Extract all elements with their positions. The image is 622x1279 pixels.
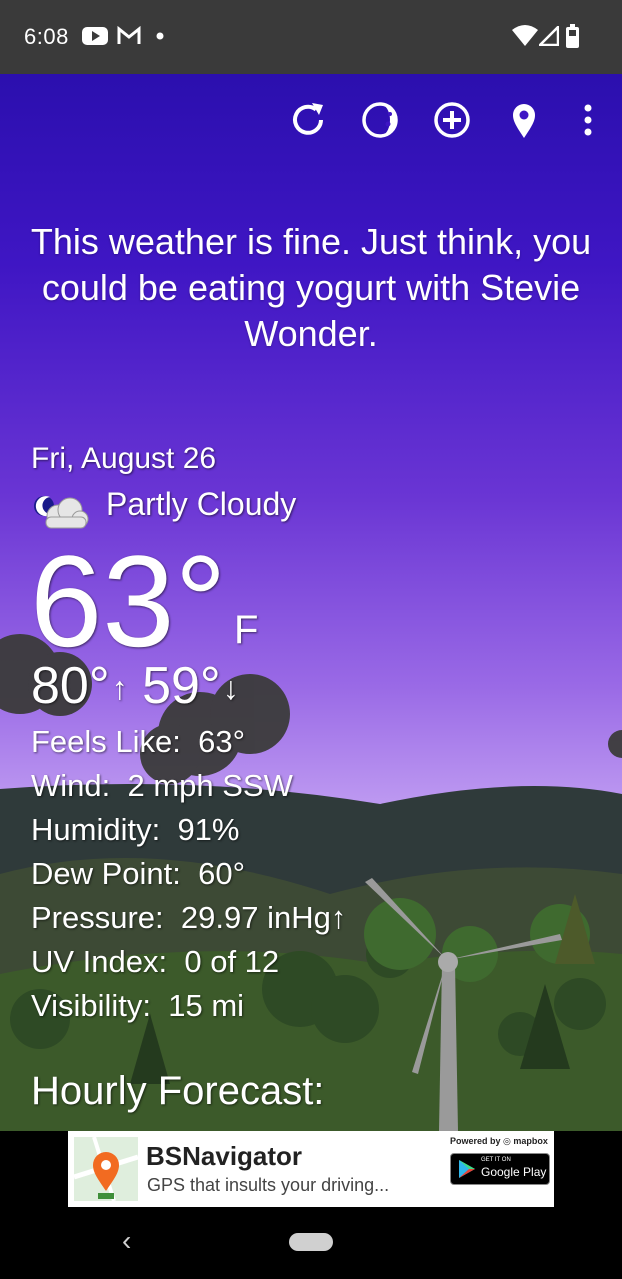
ad-powered-by: Powered by ◎ mapbox (450, 1136, 548, 1146)
ad-subtitle: GPS that insults your driving... (147, 1175, 390, 1195)
detail-label: Pressure: (31, 900, 164, 935)
store-label: Google Play (481, 1165, 547, 1179)
store-small-label: GET IT ON (481, 1157, 511, 1163)
status-time: 6:08 (24, 24, 69, 49)
weather-quote: This weather is fine. Just think, you co… (30, 221, 592, 354)
signal-icon (539, 26, 559, 46)
detail-humidity: Humidity: 91% (31, 812, 239, 848)
detail-value: 15 mi (168, 988, 245, 1023)
high-low-temps: 80°↑ 59°↓ (31, 656, 239, 716)
detail-visibility: Visibility: 15 mi (31, 988, 244, 1024)
location-pin-button[interactable] (502, 98, 546, 142)
detail-label: Dew Point: (31, 856, 181, 891)
detail-wind: Wind: 2 mph SSW (31, 768, 293, 804)
refresh-button[interactable] (286, 98, 330, 142)
detail-value: 29.97 inHg↑ (180, 900, 347, 935)
current-temperature: 63° (30, 528, 227, 674)
wifi-icon (512, 25, 538, 46)
detail-label: Humidity: (31, 812, 161, 847)
moon-phase-icon (362, 102, 398, 138)
moon-phase-button[interactable] (358, 98, 402, 142)
add-location-icon (434, 102, 470, 138)
add-location-button[interactable] (430, 98, 474, 142)
more-vert-icon (584, 104, 592, 136)
gmail-icon (117, 26, 141, 44)
home-pill[interactable] (289, 1233, 333, 1251)
detail-value: 0 of 12 (184, 944, 280, 979)
ad-bar: BSNavigator GPS that insults your drivin… (0, 1131, 622, 1217)
forecast-date: Fri, August 26 (31, 442, 217, 475)
detail-label: UV Index: (31, 944, 168, 979)
temperature-unit: F (234, 608, 259, 652)
navigation-bar: ‹ (0, 1217, 622, 1279)
detail-label: Feels Like: (31, 724, 181, 759)
detail-value: 2 mph SSW (127, 768, 293, 803)
youtube-icon (82, 27, 108, 45)
battery-icon (566, 24, 579, 48)
detail-label: Wind: (31, 768, 111, 803)
detail-value: 63° (198, 724, 246, 759)
detail-dew-point: Dew Point: 60° (31, 856, 245, 892)
high-temp: 80° (31, 657, 110, 715)
detail-uv-index: UV Index: 0 of 12 (31, 944, 279, 980)
ad-banner[interactable]: BSNavigator GPS that insults your drivin… (68, 1131, 554, 1207)
detail-value: 91% (177, 812, 240, 847)
dot-icon (156, 32, 164, 40)
location-pin-icon (513, 104, 535, 138)
weather-scene: This weather is fine. Just think, you co… (0, 74, 622, 1131)
detail-pressure: Pressure: 29.97 inHg↑ (31, 900, 346, 936)
play-store-icon (459, 1160, 475, 1178)
ad-app-icon (73, 1136, 139, 1202)
back-icon[interactable]: ‹ (122, 1225, 131, 1257)
arrow-down-icon: ↓ (222, 670, 239, 706)
arrow-up-icon: ↑ (111, 670, 128, 706)
condition-label: Partly Cloudy (106, 486, 297, 522)
hourly-forecast-heading: Hourly Forecast: (31, 1069, 325, 1113)
status-bar: 6:08 (0, 0, 622, 74)
map-pin-icon (73, 1136, 139, 1202)
detail-label: Visibility: (31, 988, 152, 1023)
low-temp: 59° (142, 657, 221, 715)
ad-title: BSNavigator (146, 1141, 303, 1171)
detail-feels-like: Feels Like: 63° (31, 724, 245, 760)
more-options-button[interactable] (566, 98, 610, 142)
refresh-icon (293, 103, 323, 135)
google-play-button[interactable]: GET IT ON Google Play (450, 1153, 550, 1185)
detail-value: 60° (198, 856, 246, 891)
